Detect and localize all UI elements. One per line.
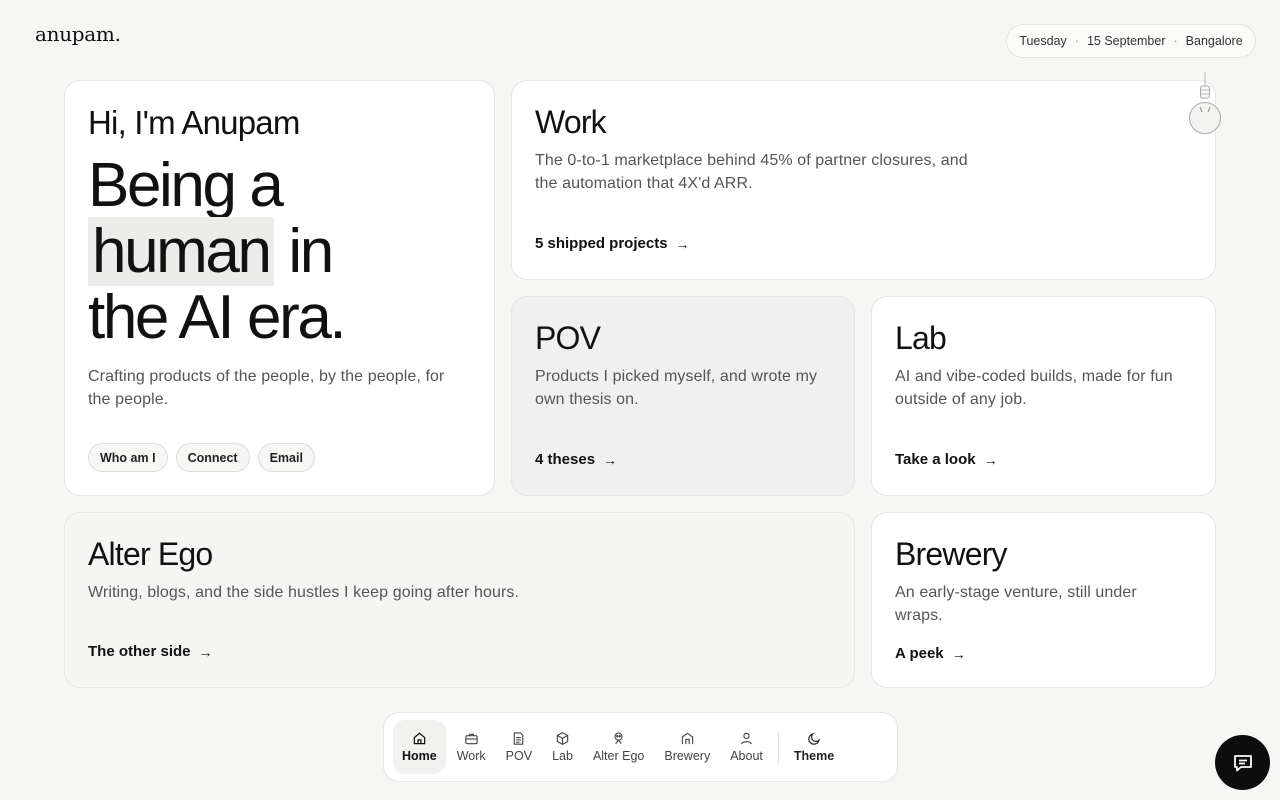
hero-headline: Being a human in the AI era. [88,150,471,352]
pov-cta[interactable]: 4 theses → [535,451,617,468]
hero-description: Crafting products of the people, by the … [88,367,445,408]
chat-icon [1233,754,1252,771]
nav-divider [777,731,779,763]
site-logo[interactable]: anupam. [35,22,121,46]
cube-icon [556,732,569,745]
headline-highlight: human [88,216,274,286]
lab-cta-label: Take a look [895,451,976,468]
date-location-pill: Tuesday · 15 September · Bangalore [1006,24,1256,58]
brewery-card[interactable]: Brewery An early-stage venture, still un… [871,512,1216,688]
theme-label: Theme [793,749,835,763]
nav-item-pov[interactable]: POV [497,720,541,774]
lab-card[interactable]: Lab AI and vibe-coded builds, made for f… [871,296,1216,496]
nav-item-home[interactable]: Home [393,720,446,774]
date-city: Bangalore [1185,34,1243,48]
nav-label: Work [456,749,486,763]
work-cta[interactable]: 5 shipped projects → [535,235,690,252]
nav-label: About [730,749,763,763]
arrow-right-icon: → [983,451,998,468]
alter-ego-card[interactable]: Alter Ego Writing, blogs, and the side h… [64,512,855,688]
pov-description: Products I picked myself, and wrote my o… [535,368,818,409]
pov-card[interactable]: POV Products I picked myself, and wrote … [511,296,855,496]
nav-item-about[interactable]: About [721,720,772,774]
nav-label: POV [505,749,533,763]
brewery-title: Brewery [895,536,1008,572]
arrow-right-icon: → [603,451,618,468]
work-title: Work [535,104,607,140]
alter-ego-description: Writing, blogs, and the side hustles I k… [88,584,520,602]
headline-line-3: the AI era. [88,282,347,352]
user-icon [741,732,752,745]
nav-item-lab[interactable]: Lab [543,720,582,774]
nav-item-alter-ego[interactable]: Alter Ego [584,720,653,774]
bottom-nav: Home Work POV Lab Alter Ego Brewery Abou… [383,712,898,782]
nav-label: Brewery [664,749,711,763]
briefcase-icon [465,733,478,745]
building-icon [681,732,693,745]
headline-line-2: human in [88,216,471,286]
hero-card: Hi, I'm Anupam Being a human in the AI e… [64,80,495,496]
work-description: The 0-to-1 marketplace behind 45% of par… [535,152,968,193]
brewery-cta-label: A peek [895,645,944,662]
hero-greeting: Hi, I'm Anupam [88,104,300,141]
lab-title: Lab [895,320,947,356]
headline-line-2-rest: in [273,216,334,286]
connect-chip[interactable]: Connect [175,443,250,472]
date-day: Tuesday [1019,34,1067,48]
nav-item-brewery[interactable]: Brewery [655,720,719,774]
lab-cta[interactable]: Take a look → [895,451,998,468]
who-am-i-chip[interactable]: Who am I [88,443,168,472]
hero-chips: Who am I Connect Email [88,443,315,472]
headline-line-1: Being a [88,150,284,220]
alter-ego-title: Alter Ego [88,536,213,572]
alter-ego-cta-label: The other side [88,643,191,660]
work-cta-label: 5 shipped projects [535,235,668,252]
moon-icon [807,732,820,745]
brewery-cta[interactable]: A peek → [895,645,966,662]
date-separator: · [1173,34,1178,48]
arrow-right-icon: → [675,235,690,252]
nav-label: Lab [552,749,573,763]
work-card[interactable]: Work The 0-to-1 marketplace behind 45% o… [511,80,1216,280]
theme-toggle[interactable]: Theme [785,720,843,774]
pov-title: POV [535,320,601,356]
lab-description: AI and vibe-coded builds, made for fun o… [895,368,1173,409]
arrow-right-icon: → [951,645,966,662]
email-chip[interactable]: Email [257,443,315,472]
nav-item-work[interactable]: Work [448,720,495,774]
date-date: 15 September [1086,34,1166,48]
pov-cta-label: 4 theses [535,451,596,468]
home-icon [413,732,426,745]
mask-icon [614,732,623,745]
date-separator: · [1074,34,1079,48]
document-icon [514,732,524,745]
alter-ego-cta[interactable]: The other side → [88,643,213,660]
nav-label: Alter Ego [592,749,645,763]
brewery-description: An early-stage venture, still under wrap… [895,584,1137,625]
chat-button[interactable] [1215,735,1270,790]
lamp-icon[interactable] [1188,72,1222,134]
arrow-right-icon: → [198,643,213,660]
nav-label: Home [402,749,437,763]
